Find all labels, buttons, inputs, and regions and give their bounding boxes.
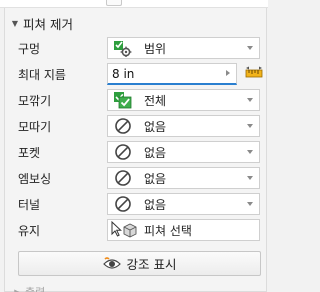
hole-dropdown[interactable]: 범위 (107, 37, 260, 59)
chevron-down-icon (247, 98, 253, 102)
chevron-down-icon (247, 124, 253, 128)
chamfer-row: 모따기 없음 (5, 115, 263, 137)
max-size-row: 최대 지름 (5, 63, 263, 85)
max-size-field[interactable] (107, 63, 237, 85)
tunnel-row: 터널 없음 (5, 193, 263, 215)
chevron-down-icon (247, 176, 253, 180)
fillet-all-icon (112, 90, 134, 110)
hole-value: 범위 (144, 41, 167, 56)
emboss-label: 엠보싱 (18, 171, 52, 186)
none-icon (112, 142, 134, 162)
pocket-dropdown[interactable]: 없음 (107, 141, 260, 163)
ruler-icon[interactable] (245, 65, 263, 81)
keep-value: 피쳐 선택 (144, 223, 192, 238)
toolbar-tab-stub[interactable] (106, 0, 122, 6)
pocket-row: 포켓 없음 (5, 141, 263, 163)
hole-row: 구멍 범위 (5, 37, 263, 59)
keep-label: 유지 (18, 223, 41, 238)
chamfer-label: 모따기 (18, 119, 52, 134)
max-size-label: 최대 지름 (18, 67, 66, 82)
keep-row: 유지 피쳐 선택 (5, 219, 263, 241)
tunnel-dropdown[interactable]: 없음 (107, 193, 260, 215)
pocket-value: 없음 (144, 145, 167, 160)
max-size-input[interactable] (112, 66, 212, 81)
tunnel-value: 없음 (144, 197, 167, 212)
highlight-button[interactable]: 강조 표시 (18, 251, 261, 276)
section-title: 피쳐 제거 (23, 16, 73, 32)
none-icon (112, 116, 134, 136)
remove-features-panel: ▼ 피쳐 제거 구멍 범위 최대 지름 8 in 모깎기 전체 모따기 없음 포… (4, 8, 267, 292)
emboss-row: 엠보싱 없음 (5, 167, 263, 189)
chevron-right-icon: ▶ (14, 288, 20, 292)
none-icon (112, 194, 134, 214)
fillet-row: 모깎기 전체 (5, 89, 263, 111)
chamfer-dropdown[interactable]: 없음 (107, 115, 260, 137)
none-icon (112, 168, 134, 188)
output-section-title: 출력 (25, 284, 45, 292)
top-toolbar-edge (0, 0, 268, 8)
select-cursor-icon (110, 221, 140, 239)
fillet-label: 모깎기 (18, 93, 52, 108)
fillet-value: 전체 (144, 93, 167, 108)
pocket-label: 포켓 (18, 145, 41, 160)
fillet-dropdown[interactable]: 전체 (107, 89, 260, 111)
chevron-down-icon (247, 202, 253, 206)
emboss-value: 없음 (144, 171, 167, 186)
hole-label: 구멍 (18, 41, 41, 56)
chevron-down-icon (247, 46, 253, 50)
keep-selection-field[interactable]: 피쳐 선택 (107, 219, 260, 241)
chevron-down-icon (247, 150, 253, 154)
section-header[interactable]: ▼ 피쳐 제거 (5, 13, 263, 33)
highlight-button-label: 강조 표시 (126, 257, 177, 272)
emboss-dropdown[interactable]: 없음 (107, 167, 260, 189)
expand-arrow-icon[interactable] (226, 70, 230, 76)
eye-icon (102, 256, 121, 271)
chamfer-value: 없음 (144, 119, 167, 134)
chevron-down-icon: ▼ (11, 18, 19, 28)
output-section-header[interactable]: ▶ 출력 (5, 284, 263, 292)
hole-range-icon (112, 38, 134, 58)
tunnel-label: 터널 (18, 197, 41, 212)
